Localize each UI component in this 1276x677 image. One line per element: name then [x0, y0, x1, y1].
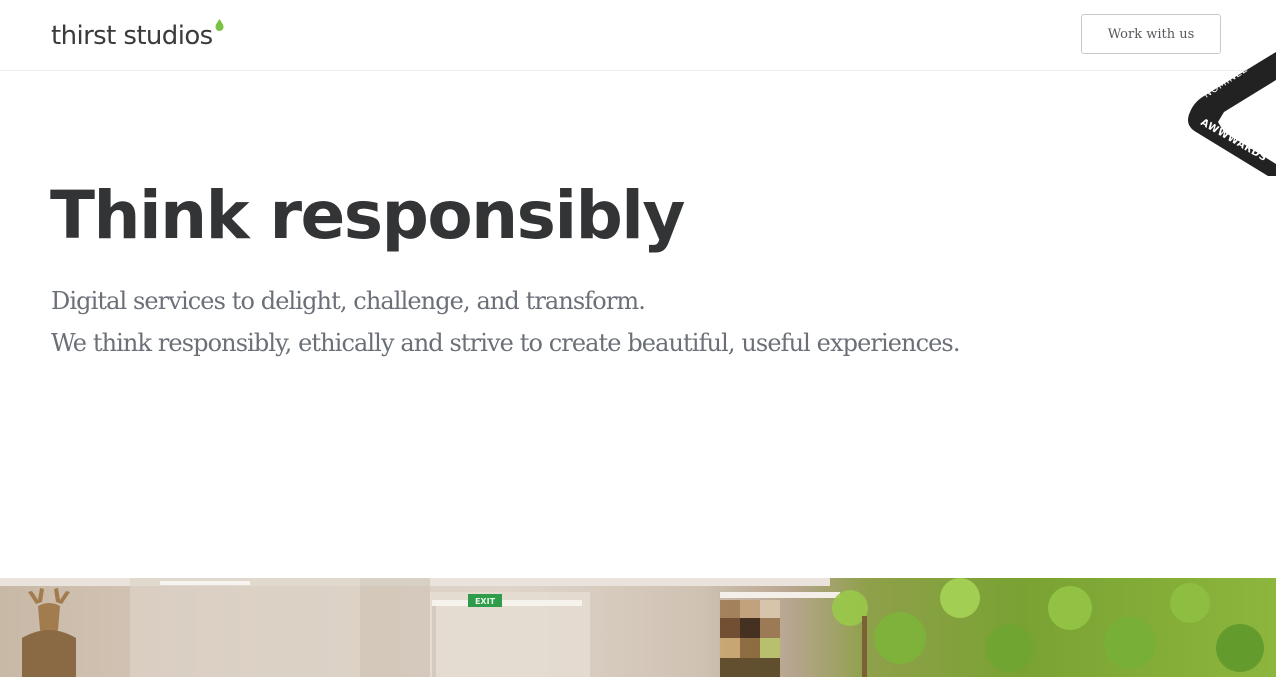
deer-head-decor [22, 588, 76, 677]
hero-subtitle-line: Digital services to delight, challenge, … [51, 287, 646, 315]
hero-subtitle: Digital services to delight, challenge, … [51, 280, 960, 364]
badge-awwwards-text: AWWWARDS [1199, 117, 1269, 164]
office-photo: EXIT [0, 578, 1276, 677]
pixel-screen [720, 600, 780, 677]
awwwards-nominee-badge[interactable]: NOMINEE AWWWARDS [1184, 40, 1276, 176]
leaf-drop-icon [215, 19, 224, 31]
logo-text: thirst studios [51, 21, 213, 51]
logo[interactable]: thirst studios [51, 19, 224, 53]
green-wall [832, 578, 1264, 677]
exit-sign-text: EXIT [475, 597, 496, 606]
site-header: thirst studios Work with us [0, 0, 1276, 71]
page-title: Think responsibly [50, 177, 685, 254]
hero-subtitle-line: We think responsibly, ethically and stri… [51, 329, 960, 357]
